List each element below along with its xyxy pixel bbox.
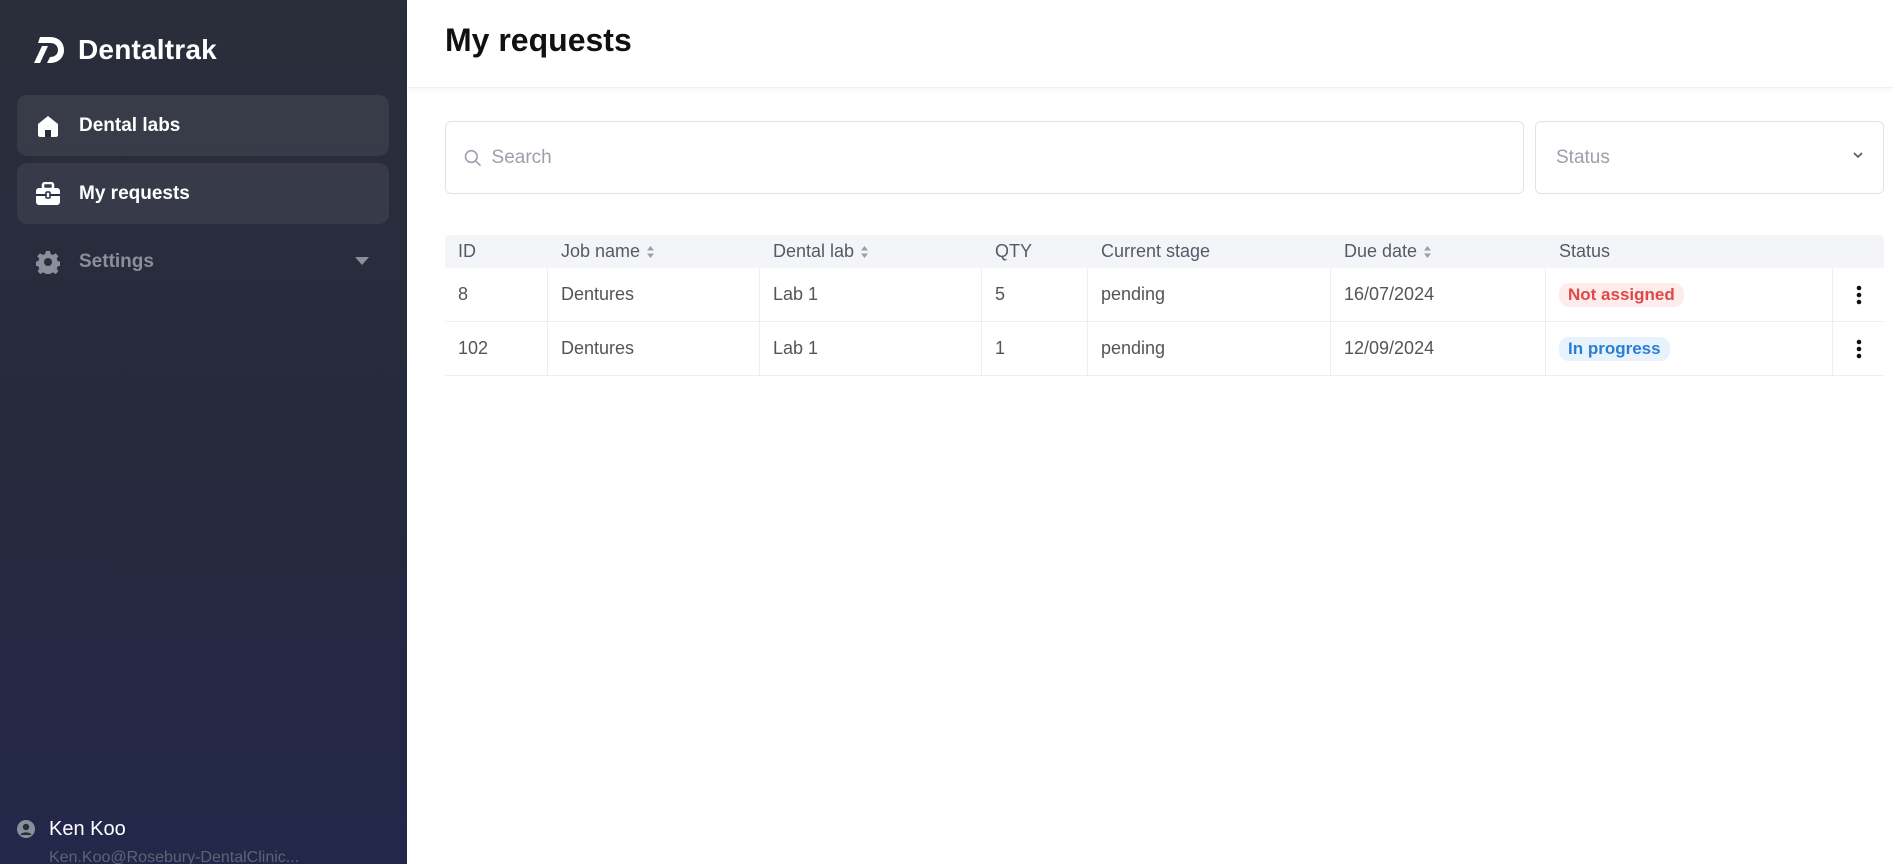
cell-id: 102 [445,322,548,375]
sort-icon[interactable] [860,245,869,259]
column-header-id: ID [458,241,476,261]
dentaltrak-logo-icon [34,37,64,63]
user-profile[interactable]: Ken Koo Ken.Koo@Rosebury-DentalClinic... [17,818,299,864]
sort-icon[interactable] [646,245,655,259]
table-row[interactable]: 8 Dentures Lab 1 5 pending 16/07/2024 No… [445,268,1884,322]
requests-table: ID Job name Dental lab QTY Current stage… [445,235,1884,376]
table-row[interactable]: 102 Dentures Lab 1 1 pending 12/09/2024 … [445,322,1884,376]
sidebar-item-settings[interactable]: Settings [17,231,389,292]
cell-actions [1833,268,1884,321]
cell-status: In progress [1546,322,1833,375]
caret-down-icon [355,257,369,265]
column-header-qty: QTY [995,241,1033,261]
user-name: Ken Koo [49,818,126,840]
table-header: ID Job name Dental lab QTY Current stage… [445,235,1884,268]
cell-current-stage: pending [1088,322,1331,375]
gear-icon [35,249,61,275]
user-email: Ken.Koo@Rosebury-DentalClinic... [49,849,300,864]
sidebar-item-label: My requests [79,182,190,204]
column-header-due-date[interactable]: Due date [1331,241,1546,262]
cell-job-name: Dentures [548,268,760,321]
column-header-dental-lab[interactable]: Dental lab [760,241,982,262]
briefcase-icon [35,181,61,207]
page-header: My requests [407,0,1894,88]
cell-qty: 1 [982,322,1088,375]
sidebar-item-label: Dental labs [79,114,181,136]
sidebar-item-label: Settings [79,250,154,272]
cell-dental-lab: Lab 1 [760,268,982,321]
main-content: My requests Status ID Job name Dental la… [407,0,1894,864]
cell-id: 8 [445,268,548,321]
cell-status: Not assigned [1546,268,1833,321]
cell-due-date: 12/09/2024 [1331,322,1546,375]
search-input[interactable] [491,146,1523,169]
cell-actions [1833,322,1884,375]
cell-current-stage: pending [1088,268,1331,321]
sort-icon[interactable] [1423,245,1432,259]
more-options-icon[interactable] [1847,280,1871,310]
cell-job-name: Dentures [548,322,760,375]
cell-due-date: 16/07/2024 [1331,268,1546,321]
sidebar-item-dental-labs[interactable]: Dental labs [17,95,389,156]
app-name: Dentaltrak [78,34,217,65]
status-filter-placeholder: Status [1556,146,1610,168]
column-header-job-name[interactable]: Job name [548,241,760,262]
sidebar: Dentaltrak Dental labs My requests Setti… [0,0,407,864]
status-badge: Not assigned [1559,282,1684,307]
brand[interactable]: Dentaltrak [34,30,217,70]
search-box[interactable] [445,121,1524,194]
cell-qty: 5 [982,268,1088,321]
status-filter-select[interactable]: Status [1535,121,1884,194]
house-icon [35,113,61,139]
column-header-current-stage: Current stage [1101,241,1211,261]
user-icon [17,820,35,838]
page-title: My requests [445,22,632,58]
search-icon [464,149,481,166]
column-header-status: Status [1559,241,1611,261]
more-options-icon[interactable] [1847,334,1871,364]
status-badge: In progress [1559,336,1670,361]
chevron-down-icon [1853,152,1863,159]
sidebar-item-my-requests[interactable]: My requests [17,163,389,224]
cell-dental-lab: Lab 1 [760,322,982,375]
